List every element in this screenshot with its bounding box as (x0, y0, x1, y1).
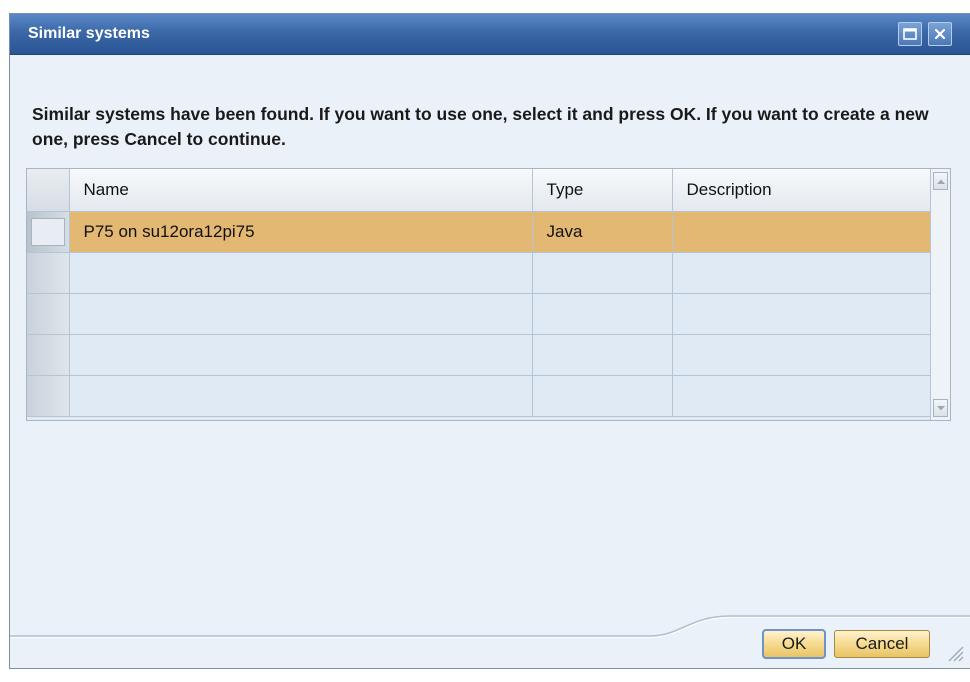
cell-name[interactable]: P75 on su12ora12pi75 (69, 211, 533, 253)
resize-grip-icon[interactable] (946, 644, 964, 662)
cell-description[interactable] (672, 375, 931, 417)
arrow-up-icon (936, 179, 945, 184)
dialog-title: Similar systems (28, 25, 150, 42)
table-row[interactable] (27, 293, 931, 335)
similar-systems-dialog: Similar systems Similar systems have bee… (9, 13, 970, 669)
row-selector[interactable] (27, 211, 70, 253)
similar-systems-table: Name Type Description P75 on su12ora12pi… (26, 168, 951, 421)
cell-description[interactable] (672, 211, 931, 253)
cell-type[interactable] (532, 252, 673, 294)
cell-name[interactable] (69, 252, 533, 294)
close-button[interactable] (928, 22, 952, 46)
close-icon (934, 28, 946, 40)
dialog-message: Similar systems have been found. If you … (32, 104, 929, 149)
column-header-description[interactable]: Description (672, 169, 931, 212)
dialog-titlebar[interactable]: Similar systems (10, 14, 970, 55)
ok-button[interactable]: OK (762, 629, 826, 659)
row-selector-header[interactable] (27, 169, 70, 212)
row-selector[interactable] (27, 334, 70, 376)
column-header-name[interactable]: Name (69, 169, 533, 212)
maximize-button[interactable] (898, 22, 922, 46)
cell-type[interactable]: Java (532, 211, 673, 253)
cell-name[interactable] (69, 293, 533, 335)
row-selector[interactable] (27, 293, 70, 335)
row-selector-box[interactable] (30, 217, 65, 246)
arrow-down-icon (936, 405, 945, 410)
row-selector[interactable] (27, 375, 70, 417)
table-row[interactable] (27, 252, 931, 294)
cell-type[interactable] (532, 334, 673, 376)
table-row[interactable]: P75 on su12ora12pi75 Java (27, 211, 931, 253)
cell-type[interactable] (532, 293, 673, 335)
table-header-row: Name Type Description (27, 169, 931, 212)
scroll-down-button[interactable] (933, 399, 948, 417)
cell-name[interactable] (69, 375, 533, 417)
cell-description[interactable] (672, 334, 931, 376)
cancel-button[interactable]: Cancel (834, 630, 930, 658)
cell-name[interactable] (69, 334, 533, 376)
table-row[interactable] (27, 334, 931, 376)
column-header-type[interactable]: Type (532, 169, 673, 212)
cell-description[interactable] (672, 293, 931, 335)
cell-type[interactable] (532, 375, 673, 417)
row-selector[interactable] (27, 252, 70, 294)
maximize-icon (903, 28, 917, 40)
cell-description[interactable] (672, 252, 931, 294)
vertical-scrollbar[interactable] (930, 169, 950, 420)
footer-divider (10, 615, 970, 638)
scroll-up-button[interactable] (933, 172, 948, 190)
table-row[interactable] (27, 375, 931, 417)
